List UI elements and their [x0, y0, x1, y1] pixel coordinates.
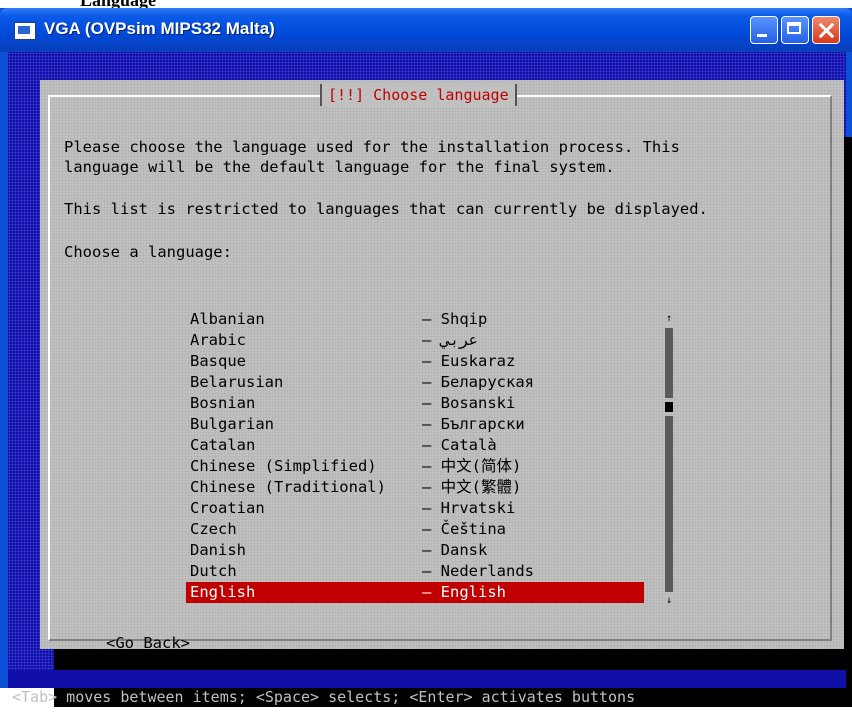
status-help-text: <Tab> moves between items; <Space> selec… — [12, 688, 636, 706]
language-native-name: – Euskaraz — [422, 352, 516, 370]
status-bar: <Tab> moves between items; <Space> selec… — [8, 670, 846, 706]
window-title: VGA (OVPsim MIPS32 Malta) — [44, 19, 275, 38]
language-name: Chinese (Simplified) — [190, 457, 377, 475]
scrollbar[interactable]: ↑ ↓ — [662, 312, 676, 612]
language-native-name: – Català — [422, 436, 497, 454]
partial-heading-text: Language — [80, 0, 156, 8]
language-native-name: – Hrvatski — [422, 499, 516, 517]
language-option[interactable]: Belarusian – Беларуская — [186, 372, 644, 393]
language-native-name: – Български — [422, 415, 525, 433]
language-native-name: – 中文(简体) — [422, 457, 522, 475]
language-option[interactable]: Chinese (Traditional) – 中文(繁體) — [186, 477, 644, 498]
language-native-name: – Беларуская — [422, 373, 534, 391]
language-name: Bosnian — [190, 394, 256, 412]
restriction-note: This list is restricted to languages tha… — [64, 200, 708, 218]
scroll-down-arrow-icon[interactable]: ↓ — [662, 594, 676, 608]
language-option[interactable]: Arabic – عربي — [186, 330, 644, 351]
language-name: Czech — [190, 520, 237, 538]
language-native-name: – Shqip — [422, 310, 488, 328]
language-name: Basque — [190, 352, 246, 370]
language-option[interactable]: Basque – Euskaraz — [186, 351, 644, 372]
language-option[interactable]: Bosnian – Bosanski — [186, 393, 644, 414]
language-native-name: – Dansk — [422, 541, 488, 559]
language-native-name: – عربي — [422, 331, 478, 349]
language-name: Danish — [190, 541, 246, 559]
language-native-name: – 中文(繁體) — [422, 478, 522, 496]
close-button[interactable] — [812, 16, 840, 44]
go-back-button[interactable]: <Go Back> — [106, 634, 190, 652]
language-name: Croatian — [190, 499, 265, 517]
maximize-button[interactable] — [781, 16, 809, 44]
language-name: Bulgarian — [190, 415, 274, 433]
language-name: Catalan — [190, 436, 256, 454]
top-cropped-area: Language — [0, 0, 852, 8]
instructions-line-2: language will be the default language fo… — [64, 158, 615, 176]
language-option[interactable]: Dutch – Nederlands — [186, 561, 644, 582]
language-option[interactable]: Albanian – Shqip — [186, 309, 644, 330]
language-name: Dutch — [190, 562, 237, 580]
language-name: Albanian — [190, 310, 265, 328]
language-option[interactable]: Bulgarian – Български — [186, 414, 644, 435]
scroll-track-lower — [665, 416, 673, 592]
language-name: Belarusian — [190, 373, 284, 391]
choose-language-dialog: [!!] Choose language Please choose the l… — [40, 80, 844, 652]
choose-prompt: Choose a language: — [64, 243, 232, 261]
dialog-title: [!!] Choose language — [320, 84, 517, 106]
instructions-line-1: Please choose the language used for the … — [64, 138, 680, 156]
scroll-up-arrow-icon[interactable]: ↑ — [662, 312, 676, 326]
window-app-icon — [14, 22, 36, 40]
console-screen: [!!] Choose language Please choose the l… — [8, 52, 852, 707]
title-bar[interactable]: VGA (OVPsim MIPS32 Malta) — [0, 8, 852, 52]
vga-window: VGA (OVPsim MIPS32 Malta) [!!] Choose la… — [0, 8, 852, 707]
language-name: Arabic — [190, 331, 246, 349]
language-name: Chinese (Traditional) — [190, 478, 386, 496]
minimize-button[interactable] — [750, 16, 778, 44]
language-name: English — [190, 583, 256, 601]
language-option[interactable]: Czech – Čeština — [186, 519, 644, 540]
language-native-name: – English — [422, 583, 506, 601]
language-option[interactable]: Croatian – Hrvatski — [186, 498, 644, 519]
language-native-name: – Nederlands — [422, 562, 534, 580]
language-native-name: – Bosanski — [422, 394, 516, 412]
language-option[interactable]: Danish – Dansk — [186, 540, 644, 561]
scroll-track-upper — [665, 328, 673, 398]
language-option[interactable]: Catalan – Català — [186, 435, 644, 456]
language-option[interactable]: English – English — [186, 582, 644, 603]
language-native-name: – Čeština — [422, 520, 506, 538]
language-option[interactable]: Chinese (Simplified) – 中文(简体) — [186, 456, 644, 477]
scroll-thumb[interactable] — [665, 402, 673, 412]
